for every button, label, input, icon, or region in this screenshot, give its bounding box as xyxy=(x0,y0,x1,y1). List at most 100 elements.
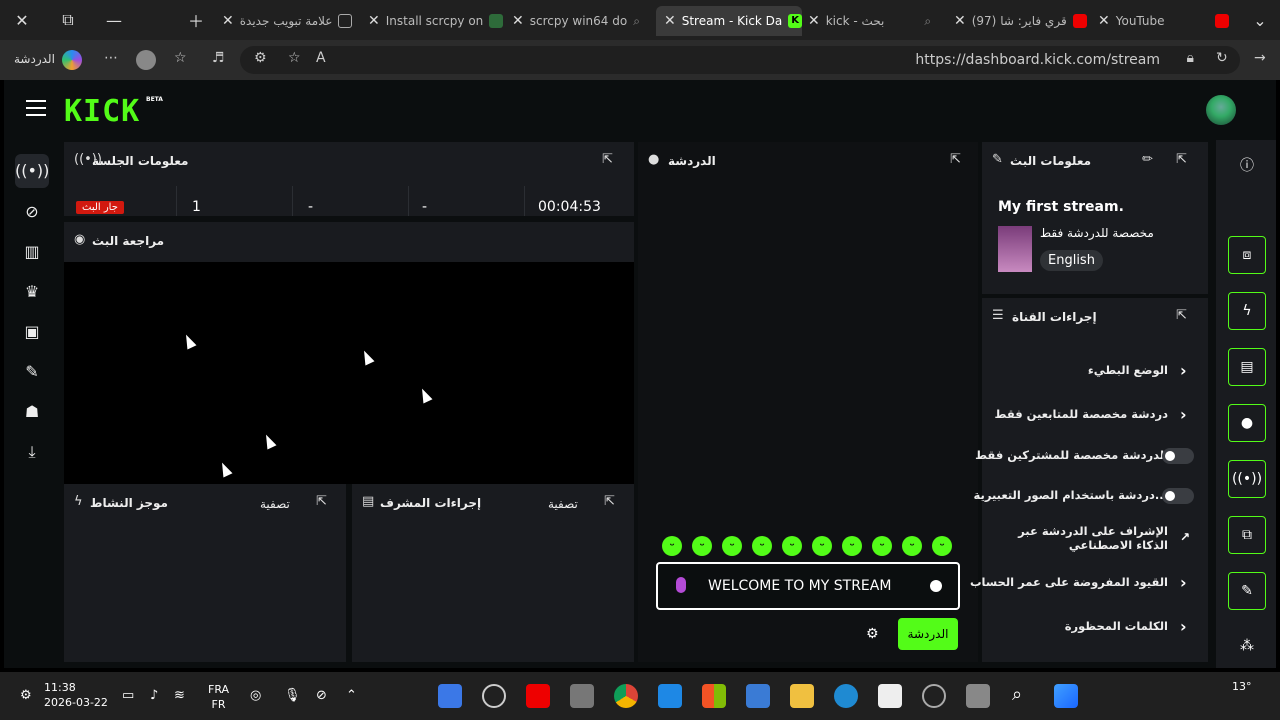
emote-icon[interactable]: ᵕ xyxy=(662,536,682,556)
emote-icon[interactable]: ᵕ xyxy=(872,536,892,556)
popout-icon[interactable]: ⇱ xyxy=(1176,152,1187,167)
tab-kick-dashboard[interactable]: ✕ Stream - Kick Da K xyxy=(656,6,802,36)
chevron-right-icon[interactable]: › xyxy=(1180,573,1187,592)
close-tab-icon[interactable]: ✕ xyxy=(222,13,234,29)
chevron-right-icon[interactable]: › xyxy=(1180,617,1187,636)
task-view-icon[interactable] xyxy=(966,684,990,708)
tab-actions-icon[interactable]: ⧉ xyxy=(56,8,80,32)
tools-nav-icon[interactable]: ✎ xyxy=(22,362,42,382)
tab-new-tab[interactable]: ✕ علامة تبويب جديدة xyxy=(222,6,362,36)
refresh-icon[interactable]: ↻ xyxy=(1216,50,1228,66)
chevron-up-icon[interactable]: ⌃ xyxy=(346,688,357,703)
popout-icon[interactable]: ⇱ xyxy=(1176,308,1187,323)
tab-free-fire-video[interactable]: ✕ (97) قري فاير: شا xyxy=(954,6,1092,36)
user-avatar[interactable] xyxy=(1206,95,1236,125)
tab-kick-search[interactable]: ✕ kick - بحث ⌕ xyxy=(808,6,948,36)
microphone-icon[interactable]: 🎙︎ xyxy=(284,688,301,703)
network-icon[interactable]: ⊘ xyxy=(316,688,327,703)
emote-icon[interactable]: ᵕ xyxy=(902,536,922,556)
activity-filter-button[interactable]: تصفية xyxy=(260,497,290,511)
lightning-icon[interactable]: ϟ xyxy=(1228,292,1266,330)
language-indicator[interactable]: FRA FR xyxy=(208,682,229,712)
weather-text[interactable]: 13° xyxy=(1232,680,1252,693)
emote-icon[interactable]: ᵕ xyxy=(692,536,712,556)
trophy-nav-icon[interactable]: ♛ xyxy=(22,282,42,302)
clip-icon[interactable]: ⧉ xyxy=(1228,516,1266,554)
tab-list-chevron-icon[interactable]: ⌄ xyxy=(1248,8,1272,32)
kick-logo[interactable]: KICK xyxy=(64,94,140,129)
screenshot-icon[interactable]: ⧈ xyxy=(1228,236,1266,274)
popout-icon[interactable]: ⇱ xyxy=(950,152,961,167)
volume-icon[interactable]: ♪ xyxy=(150,688,158,703)
emote-only-toggle[interactable] xyxy=(1162,488,1194,504)
chat-settings-icon[interactable]: ⚙ xyxy=(866,626,879,642)
address-bar[interactable]: ⚙ ☆ A https://dashboard.kick.com/stream … xyxy=(240,46,1240,74)
tab-scrcpy-download[interactable]: ✕ scrcpy win64 do ⌕ xyxy=(512,6,650,36)
chat-input[interactable]: WELCOME TO MY STREAM xyxy=(656,562,960,610)
chat-input-text[interactable]: WELCOME TO MY STREAM xyxy=(708,578,891,594)
subscribers-only-toggle[interactable] xyxy=(1162,448,1194,464)
app-icon[interactable] xyxy=(438,684,462,708)
popout-icon[interactable]: ⇱ xyxy=(316,494,327,509)
account-age-action[interactable]: القيود المفروضة على عمر الحساب › xyxy=(970,573,1202,593)
outlook-icon[interactable] xyxy=(658,684,682,708)
close-tab-icon[interactable]: ✕ xyxy=(368,13,380,29)
store-icon[interactable] xyxy=(702,684,726,708)
emote-icon[interactable]: ᵕ xyxy=(812,536,832,556)
start-icon[interactable] xyxy=(1054,684,1078,708)
download-nav-icon[interactable]: ⤓ xyxy=(22,442,42,462)
followers-only-action[interactable]: دردشة مخصصة للمتابعين فقط › xyxy=(992,405,1202,425)
close-tab-icon[interactable]: ✕ xyxy=(1098,13,1110,29)
edge-icon[interactable] xyxy=(834,684,858,708)
chat-bubble-icon[interactable]: ● xyxy=(1228,404,1266,442)
community-icon[interactable]: ⁂ xyxy=(1228,628,1266,666)
stream-preview-video[interactable] xyxy=(64,262,634,484)
notepad-icon[interactable] xyxy=(878,684,902,708)
obs-icon[interactable] xyxy=(482,684,506,708)
extensions-icon[interactable]: ⚙ xyxy=(254,50,267,66)
close-tab-icon[interactable]: ✕ xyxy=(512,13,524,29)
stream-nav-icon[interactable]: ((•)) xyxy=(15,154,49,188)
new-tab-icon[interactable]: ＋ xyxy=(184,8,208,32)
wrench-icon[interactable]: ✎ xyxy=(1228,572,1266,610)
assistant-icon[interactable] xyxy=(922,684,946,708)
add-favorite-icon[interactable]: ☆ xyxy=(288,50,301,66)
emoji-picker-icon[interactable] xyxy=(930,580,942,592)
profile-icon[interactable] xyxy=(136,50,156,70)
banned-words-action[interactable]: الكلمات المحظورة › xyxy=(992,617,1202,637)
file-explorer-icon[interactable] xyxy=(790,684,814,708)
slow-mode-action[interactable]: الوضع البطيء › xyxy=(992,361,1202,381)
notes-icon[interactable]: ▤ xyxy=(1228,348,1266,386)
wifi-icon[interactable]: ≋ xyxy=(174,688,185,703)
favorites-icon[interactable]: ☆ xyxy=(174,50,187,66)
read-aloud-icon[interactable]: A xyxy=(316,50,326,66)
lock-icon[interactable]: 🔒︎ xyxy=(1187,50,1194,66)
forward-icon[interactable]: → xyxy=(1254,50,1266,66)
link-nav-icon[interactable]: ⊘ xyxy=(22,202,42,222)
clock[interactable]: 11:38 2026-03-22 xyxy=(44,680,108,710)
send-chat-button[interactable]: الدردشة xyxy=(898,618,958,650)
url-text[interactable]: https://dashboard.kick.com/stream xyxy=(915,52,1160,68)
battery-icon[interactable]: ▭ xyxy=(122,688,134,703)
close-tab-icon[interactable]: ✕ xyxy=(808,13,820,29)
chrome-icon[interactable] xyxy=(614,684,638,708)
media-nav-icon[interactable]: ▣ xyxy=(22,322,42,342)
community-nav-icon[interactable]: ☗ xyxy=(22,402,42,422)
minimize-icon[interactable]: — xyxy=(102,8,126,32)
info-icon[interactable]: ⓘ xyxy=(1228,148,1266,186)
emote-icon[interactable]: ᵕ xyxy=(842,536,862,556)
camera-icon[interactable] xyxy=(570,684,594,708)
emote-icon[interactable]: ᵕ xyxy=(782,536,802,556)
copilot-icon[interactable] xyxy=(62,50,82,70)
search-icon[interactable]: ⌕ xyxy=(1012,684,1022,705)
hamburger-menu-icon[interactable] xyxy=(26,100,46,116)
subscribers-only-action[interactable]: الدردشة مخصصة للمشتركين فقط xyxy=(975,446,1202,466)
emote-only-action[interactable]: ...دردشة باستخدام الصور التعبيرية xyxy=(974,486,1202,506)
mod-filter-button[interactable]: تصفية xyxy=(548,497,578,511)
ai-moderation-action[interactable]: الإشراف على الدردشة عبر الذكاء الاصطناعي… xyxy=(992,522,1202,556)
edit-icon[interactable]: ✏ xyxy=(1142,152,1153,167)
chevron-right-icon[interactable]: › xyxy=(1180,361,1187,380)
close-tab-icon[interactable]: ✕ xyxy=(954,13,966,29)
microphone-icon[interactable] xyxy=(676,577,686,593)
analytics-nav-icon[interactable]: ▥ xyxy=(22,242,42,262)
